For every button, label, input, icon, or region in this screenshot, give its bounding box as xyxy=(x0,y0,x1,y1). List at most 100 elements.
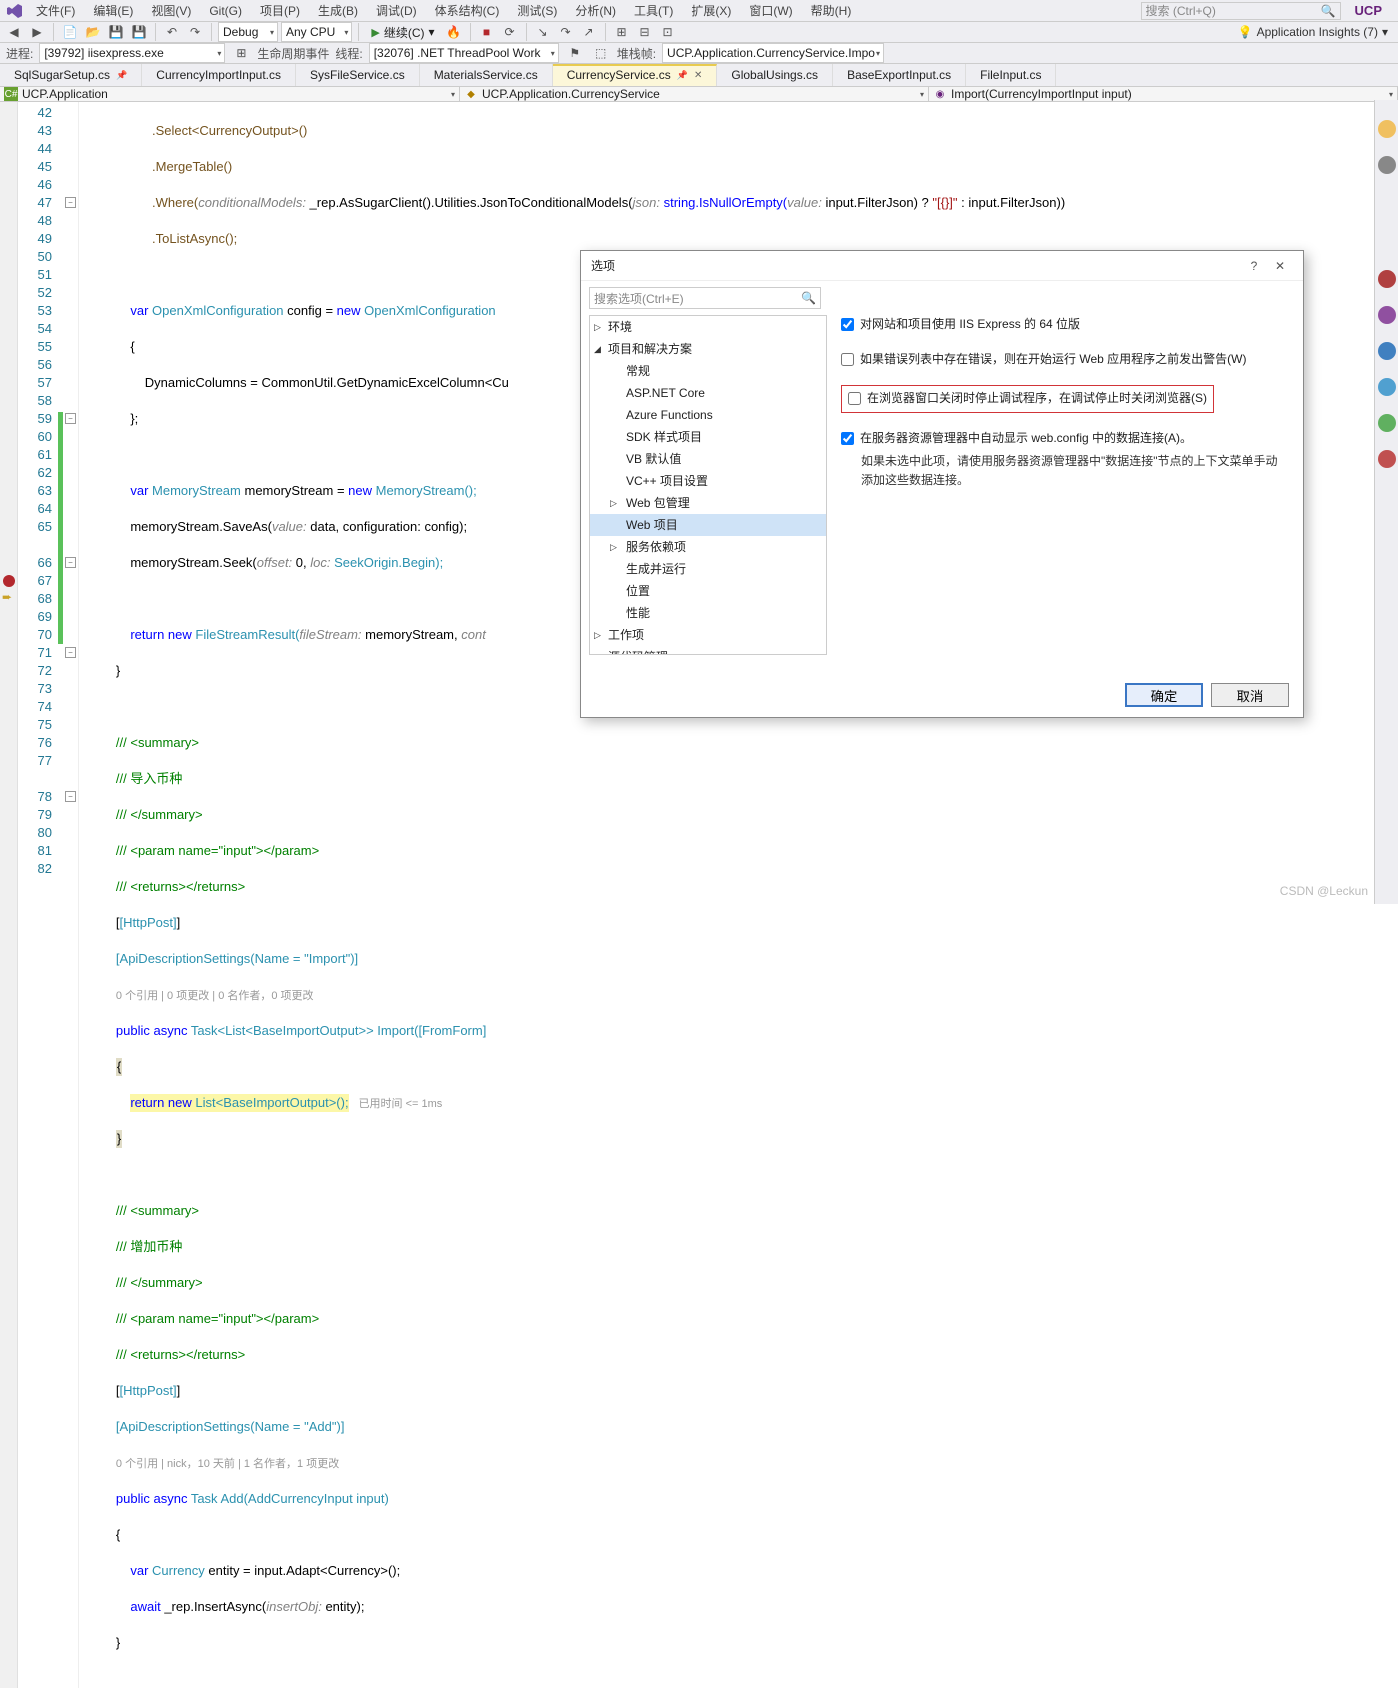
tool-icon-5[interactable] xyxy=(1378,342,1396,360)
opt-iis-64bit[interactable]: 对网站和项目使用 IIS Express 的 64 位版 xyxy=(841,315,1289,334)
menu-debug[interactable]: 调试(D) xyxy=(368,0,425,21)
save-icon[interactable]: 💾 xyxy=(106,22,126,42)
process-combo[interactable]: [39792] iisexpress.exe xyxy=(39,43,225,63)
tree-item[interactable]: 常规 xyxy=(590,360,826,382)
doc-tab[interactable]: FileInput.cs xyxy=(966,64,1056,86)
doc-tab[interactable]: SysFileService.cs xyxy=(296,64,420,86)
tb-misc-2[interactable]: ⊟ xyxy=(635,22,655,42)
tree-item[interactable]: 位置 xyxy=(590,580,826,602)
help-icon[interactable]: ? xyxy=(1241,259,1267,273)
tree-item[interactable]: ASP.NET Core xyxy=(590,382,826,404)
checkbox-webconfig[interactable] xyxy=(841,432,854,445)
tree-item[interactable]: VB 默认值 xyxy=(590,448,826,470)
cancel-button[interactable]: 取消 xyxy=(1211,683,1289,707)
checkbox-iis64[interactable] xyxy=(841,318,854,331)
open-icon[interactable]: 📂 xyxy=(83,22,103,42)
fold-toggle[interactable]: − xyxy=(65,557,76,568)
tree-item[interactable]: 生成并运行 xyxy=(590,558,826,580)
tree-item[interactable]: 性能 xyxy=(590,602,826,624)
menu-ext[interactable]: 扩展(X) xyxy=(683,0,739,21)
tree-expand-icon[interactable]: ◢ xyxy=(594,340,601,358)
tree-expand-icon[interactable]: ▷ xyxy=(610,494,617,512)
continue-button[interactable]: ▶继续(C) ▾ xyxy=(365,22,440,42)
config-combo[interactable]: Debug xyxy=(218,22,278,42)
tree-item[interactable]: ▷服务依赖项 xyxy=(590,536,826,558)
menu-analyze[interactable]: 分析(N) xyxy=(567,0,624,21)
doc-tab[interactable]: GlobalUsings.cs xyxy=(717,64,833,86)
pin-icon[interactable]: 📌 xyxy=(116,70,127,81)
breakpoint-icon[interactable] xyxy=(3,575,15,587)
menu-file[interactable]: 文件(F) xyxy=(28,0,83,21)
pin-icon[interactable]: 📌 xyxy=(677,70,688,81)
tool-icon-8[interactable] xyxy=(1378,450,1396,468)
nav-fwd-icon[interactable]: ▶ xyxy=(27,22,47,42)
menu-edit[interactable]: 编辑(E) xyxy=(85,0,141,21)
tree-item[interactable]: Web 项目 xyxy=(590,514,826,536)
doc-tab[interactable]: CurrencyService.cs📌✕ xyxy=(553,64,718,86)
tree-item[interactable]: ▷工作项 xyxy=(590,624,826,646)
fold-toggle[interactable]: − xyxy=(65,413,76,424)
menu-project[interactable]: 项目(P) xyxy=(252,0,308,21)
step-out-icon[interactable]: ↗ xyxy=(579,22,599,42)
close-icon[interactable]: ✕ xyxy=(694,70,702,81)
menu-arch[interactable]: 体系结构(C) xyxy=(427,0,508,21)
tree-expand-icon[interactable]: ▷ xyxy=(610,538,617,556)
menu-git[interactable]: Git(G) xyxy=(201,2,250,20)
codelens-add[interactable]: 0 个引用 | nick，10 天前 | 1 名作者，1 项更改 xyxy=(116,1458,339,1470)
options-tree[interactable]: ▷环境◢项目和解决方案常规ASP.NET CoreAzure Functions… xyxy=(589,315,827,655)
opt-auto-show-webconfig[interactable]: 在服务器资源管理器中自动显示 web.config 中的数据连接(A)。 xyxy=(841,429,1289,448)
tree-expand-icon[interactable]: ▷ xyxy=(594,626,601,644)
method-combo[interactable]: ◉Import(CurrencyImportInput input) xyxy=(929,87,1398,101)
restart-icon[interactable]: ⟳ xyxy=(500,22,520,42)
project-combo[interactable]: C#UCP.Application xyxy=(0,87,460,101)
options-search-input[interactable]: 搜索选项(Ctrl+E) 🔍 xyxy=(589,287,821,309)
fold-toggle[interactable]: − xyxy=(65,647,76,658)
doc-tab[interactable]: BaseExportInput.cs xyxy=(833,64,966,86)
tool-icon-1[interactable] xyxy=(1378,120,1396,138)
doc-tab[interactable]: CurrencyImportInput.cs xyxy=(142,64,296,86)
tree-item[interactable]: SDK 样式项目 xyxy=(590,426,826,448)
tool-icon-6[interactable] xyxy=(1378,378,1396,396)
menu-help[interactable]: 帮助(H) xyxy=(803,0,860,21)
menu-tools[interactable]: 工具(T) xyxy=(626,0,681,21)
tool-icon-4[interactable] xyxy=(1378,306,1396,324)
platform-combo[interactable]: Any CPU xyxy=(281,22,352,42)
tb-misc-3[interactable]: ⊡ xyxy=(658,22,678,42)
menu-build[interactable]: 生成(B) xyxy=(310,0,366,21)
close-icon[interactable]: ✕ xyxy=(1267,259,1293,273)
class-combo[interactable]: ◆UCP.Application.CurrencyService xyxy=(460,87,929,101)
redo-icon[interactable]: ↷ xyxy=(185,22,205,42)
menu-test[interactable]: 测试(S) xyxy=(509,0,565,21)
tool-icon-2[interactable] xyxy=(1378,156,1396,174)
tool-icon-3[interactable] xyxy=(1378,270,1396,288)
fold-toggle[interactable]: − xyxy=(65,197,76,208)
lifecycle-icon[interactable]: ⊞ xyxy=(231,43,251,63)
doc-tab[interactable]: SqlSugarSetup.cs📌 xyxy=(0,64,142,86)
save-all-icon[interactable]: 💾 xyxy=(129,22,149,42)
fold-toggle[interactable]: − xyxy=(65,791,76,802)
flag-icon[interactable]: ⚑ xyxy=(565,43,585,63)
tb-misc-1[interactable]: ⊞ xyxy=(612,22,632,42)
threads-icon[interactable]: ⬚ xyxy=(591,43,611,63)
step-into-icon[interactable]: ↘ xyxy=(533,22,553,42)
undo-icon[interactable]: ↶ xyxy=(162,22,182,42)
codelens-import[interactable]: 0 个引用 | 0 项更改 | 0 名作者，0 项更改 xyxy=(116,990,314,1002)
breakpoint-gutter[interactable]: ➨ xyxy=(0,102,18,1688)
new-icon[interactable]: 📄 xyxy=(60,22,80,42)
app-insights-button[interactable]: 💡Application Insights (7) ▾ xyxy=(1232,25,1394,39)
checkbox-stop[interactable] xyxy=(848,392,861,405)
menu-window[interactable]: 窗口(W) xyxy=(741,0,800,21)
tree-item[interactable]: ▷环境 xyxy=(590,316,826,338)
tree-item[interactable]: VC++ 项目设置 xyxy=(590,470,826,492)
tree-item[interactable]: ▷源代码管理 xyxy=(590,646,826,655)
nav-back-icon[interactable]: ◀ xyxy=(4,22,24,42)
stop-icon[interactable]: ■ xyxy=(477,22,497,42)
tree-expand-icon[interactable]: ▷ xyxy=(594,318,601,336)
quick-launch-search[interactable]: 搜索 (Ctrl+Q)🔍 xyxy=(1141,2,1341,20)
thread-combo[interactable]: [32076] .NET ThreadPool Work xyxy=(369,43,559,63)
tree-expand-icon[interactable]: ▷ xyxy=(594,648,601,655)
doc-tab[interactable]: MaterialsService.cs xyxy=(420,64,553,86)
stackframe-combo[interactable]: UCP.Application.CurrencyService.Impo xyxy=(662,43,884,63)
menu-view[interactable]: 视图(V) xyxy=(143,0,199,21)
tree-item[interactable]: ◢项目和解决方案 xyxy=(590,338,826,360)
